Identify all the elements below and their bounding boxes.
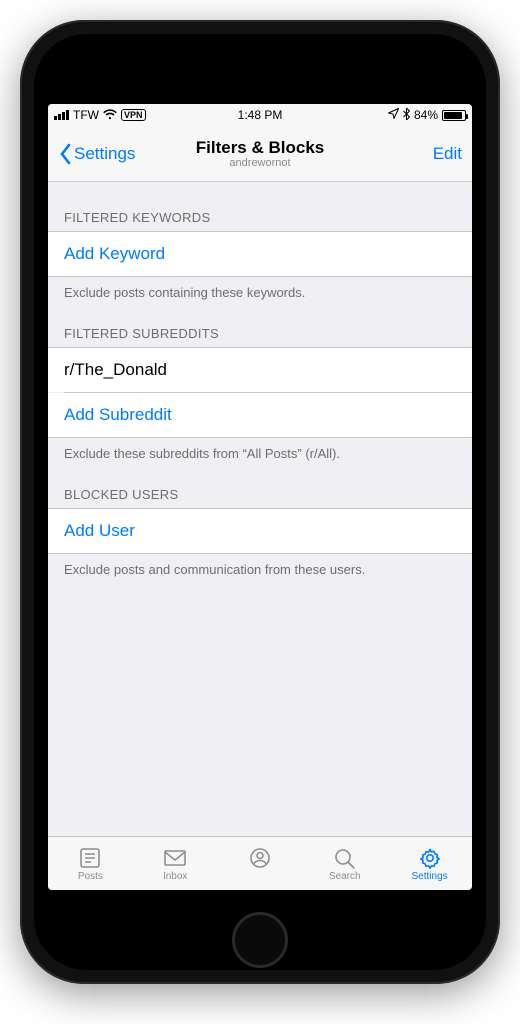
section-header-subreddits: FILTERED SUBREDDITS (48, 304, 472, 347)
tab-search[interactable]: Search (302, 837, 387, 890)
section-header-users: BLOCKED USERS (48, 465, 472, 508)
tab-label: Search (329, 871, 361, 882)
battery-icon (442, 110, 466, 121)
tab-settings[interactable]: Settings (387, 837, 472, 890)
add-user-button[interactable]: Add User (48, 508, 472, 554)
tab-inbox[interactable]: Inbox (133, 837, 218, 890)
inbox-icon (162, 846, 188, 870)
phone-frame: TFW VPN 1:48 PM 84% (20, 20, 500, 984)
tab-bar: Posts Inbox (48, 836, 472, 890)
section-footer-keywords: Exclude posts containing these keywords. (48, 277, 472, 304)
status-bar: TFW VPN 1:48 PM 84% (48, 104, 472, 126)
add-subreddit-button[interactable]: Add Subreddit (48, 393, 472, 438)
search-icon (332, 846, 358, 870)
subreddit-row[interactable]: r/The_Donald (48, 347, 472, 392)
tab-label: Posts (78, 871, 103, 882)
content[interactable]: FILTERED KEYWORDS Add Keyword Exclude po… (48, 182, 472, 836)
tab-label: Settings (412, 871, 448, 882)
chevron-left-icon (58, 143, 72, 165)
account-icon (247, 846, 273, 870)
add-keyword-button[interactable]: Add Keyword (48, 231, 472, 277)
posts-icon (77, 846, 103, 870)
section-footer-users: Exclude posts and communication from the… (48, 554, 472, 581)
tab-label: Inbox (163, 871, 187, 882)
section-footer-subreddits: Exclude these subreddits from “All Posts… (48, 438, 472, 465)
tab-label (259, 871, 262, 882)
screen: TFW VPN 1:48 PM 84% (48, 104, 472, 890)
tab-account[interactable] (218, 837, 303, 890)
tab-posts[interactable]: Posts (48, 837, 133, 890)
back-label: Settings (74, 144, 135, 164)
phone-inner: TFW VPN 1:48 PM 84% (34, 34, 486, 970)
section-header-keywords: FILTERED KEYWORDS (48, 182, 472, 231)
nav-bar: Settings Filters & Blocks andrewornot Ed… (48, 126, 472, 182)
home-button[interactable] (232, 912, 288, 968)
gear-icon (417, 846, 443, 870)
back-button[interactable]: Settings (58, 143, 135, 165)
status-time: 1:48 PM (48, 108, 472, 122)
edit-button[interactable]: Edit (433, 144, 462, 164)
